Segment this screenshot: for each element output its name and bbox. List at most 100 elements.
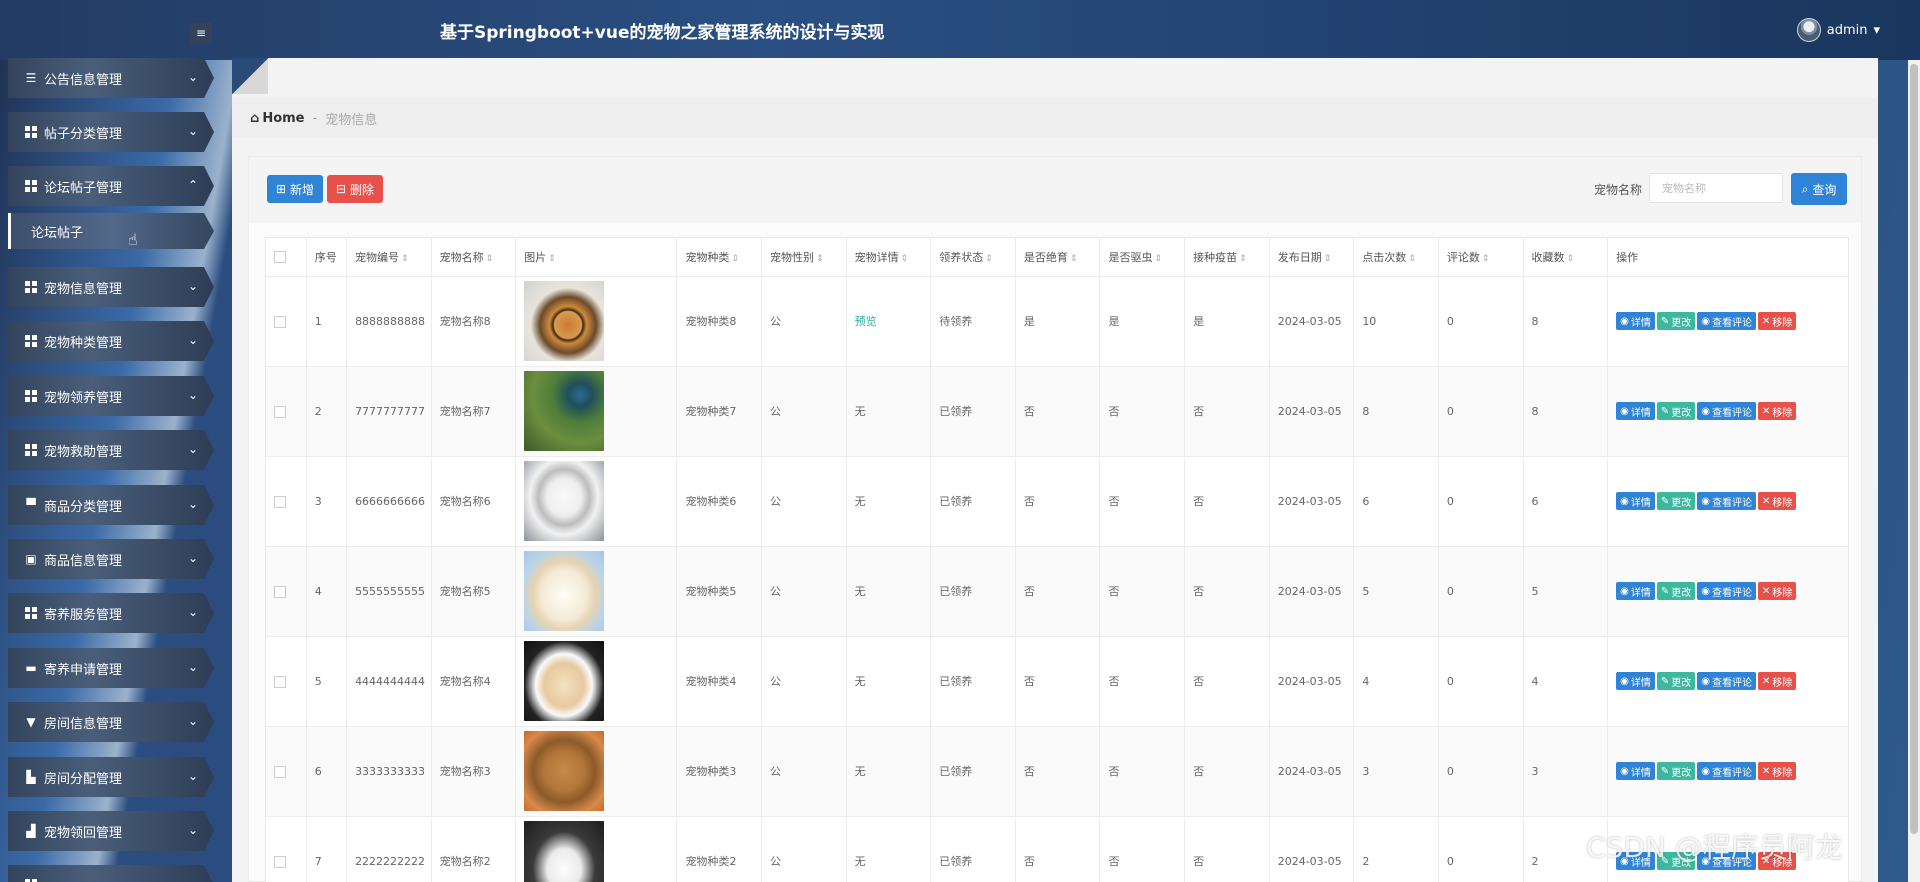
edit-button[interactable]: ✎ 更改 xyxy=(1656,312,1696,330)
sidebar-item-label: 宠物种类管理 xyxy=(44,335,123,351)
sidebar-item-goods-info[interactable]: ▣ 商品信息管理 ⌄ xyxy=(8,539,214,579)
sidebar-subitem-forum-post[interactable]: 论坛帖子 xyxy=(8,213,214,249)
vaccinated: 否 xyxy=(1184,366,1270,457)
edit-button[interactable]: ✎ 更改 xyxy=(1656,582,1696,600)
column-header[interactable]: 领养状态 ⇕ xyxy=(930,238,1016,277)
pet-detail: 无 xyxy=(846,636,932,727)
sidebar-item-forum-post[interactable]: 论坛帖子管理 ⌃ xyxy=(8,166,214,206)
view-comments-button[interactable]: ◉ 查看评论 xyxy=(1697,582,1756,600)
publish-date: 2024-03-05 xyxy=(1269,456,1355,547)
edit-button[interactable]: ✎ 更改 xyxy=(1656,762,1696,780)
edit-button[interactable]: ✎ 更改 xyxy=(1656,672,1696,690)
sidebar-item-room-info[interactable]: ▼ 房间信息管理 ⌄ xyxy=(8,702,214,742)
column-header[interactable]: 接种疫苗 ⇕ xyxy=(1184,238,1270,277)
sidebar-item-goods-category[interactable]: ▀ 商品分类管理 ⌄ xyxy=(8,485,214,525)
view-comments-button[interactable]: ◉ 查看评论 xyxy=(1697,672,1756,690)
edit-button[interactable]: ✎ 更改 xyxy=(1656,402,1696,420)
pet-photo[interactable] xyxy=(524,551,605,631)
menu-fold-icon[interactable]: ≡ xyxy=(190,22,212,44)
sidebar-item-pet-kind[interactable]: 宠物种类管理 ⌄ xyxy=(8,321,214,361)
column-header[interactable]: 宠物名称 ⇕ xyxy=(431,238,517,277)
pet-photo[interactable] xyxy=(524,461,605,541)
delete-button[interactable]: ⊟ 删除 xyxy=(327,175,383,203)
row-checkbox[interactable] xyxy=(274,405,286,418)
pet-detail[interactable]: 预览 xyxy=(846,276,932,367)
detail-button[interactable]: ◉ 详情 xyxy=(1616,582,1655,600)
pet-photo[interactable] xyxy=(524,731,605,811)
add-button[interactable]: ⊞ 新增 xyxy=(267,175,323,203)
edit-button[interactable]: ✎ 更改 xyxy=(1656,492,1696,510)
sidebar-item-notice[interactable]: ☰ 公告信息管理 ⌄ xyxy=(8,58,214,98)
detail-button[interactable]: ◉ 详情 xyxy=(1616,402,1655,420)
sidebar-item-label: 商品信息管理 xyxy=(44,553,123,569)
sidebar-item-boarding-service[interactable]: 寄养服务管理 ⌄ xyxy=(8,593,214,633)
row-checkbox[interactable] xyxy=(274,495,286,508)
view-comments-button[interactable]: ◉ 查看评论 xyxy=(1697,762,1756,780)
remove-button[interactable]: ✕ 移除 xyxy=(1758,582,1797,600)
sidebar-item-pet-return[interactable]: ▟ 宠物领回管理 ⌄ xyxy=(8,811,214,851)
sort-icon: ⇕ xyxy=(548,253,556,264)
column-header[interactable]: 宠物种类 ⇕ xyxy=(676,238,763,277)
remove-button[interactable]: ✕ 移除 xyxy=(1758,312,1797,330)
column-header[interactable]: 是否驱虫 ⇕ xyxy=(1099,238,1186,277)
pet-photo[interactable] xyxy=(524,371,605,451)
breadcrumb-home[interactable]: ⌂ Home xyxy=(250,111,305,126)
detail-button[interactable]: ◉ 详情 xyxy=(1616,762,1655,780)
detail-button[interactable]: ◉ 详情 xyxy=(1616,492,1655,510)
column-header[interactable]: 发布日期 ⇕ xyxy=(1269,238,1355,277)
table-row: 5 4444444444 宠物名称4 宠物种类4 公无已领养否否否 2024-03-05 4… xyxy=(266,636,1848,727)
sort-icon: ⇕ xyxy=(816,253,824,264)
view-comments-button[interactable]: ◉ 查看评论 xyxy=(1697,312,1756,330)
pet-name: 宠物名称6 xyxy=(431,456,517,547)
sidebar-item-boarding-apply[interactable]: ▬ 寄养申请管理 ⌄ xyxy=(8,648,214,688)
column-header[interactable]: 宠物详情 ⇕ xyxy=(846,238,932,277)
user-menu[interactable]: admin ▾ xyxy=(1796,18,1880,42)
column-header[interactable]: 是否绝育 ⇕ xyxy=(1015,238,1101,277)
detail-button[interactable]: ◉ 详情 xyxy=(1616,672,1655,690)
sidebar-item-truncated[interactable] xyxy=(8,865,214,882)
column-header[interactable]: 宠物编号 ⇕ xyxy=(346,238,432,277)
vaccinated: 否 xyxy=(1184,456,1270,547)
row-checkbox[interactable] xyxy=(274,765,286,778)
row-checkbox[interactable] xyxy=(274,855,286,868)
publish-date: 2024-03-05 xyxy=(1269,816,1355,882)
detail-button[interactable]: ◉ 详情 xyxy=(1616,312,1655,330)
scrollbar[interactable] xyxy=(1908,60,1920,882)
search-button[interactable]: ⌕ 查询 xyxy=(1791,173,1847,205)
remove-button[interactable]: ✕ 移除 xyxy=(1758,672,1797,690)
row-index: 1 xyxy=(306,276,348,367)
chevron-down-icon: ⌄ xyxy=(187,497,198,511)
row-checkbox[interactable] xyxy=(274,315,286,328)
sidebar-item-pet-rescue[interactable]: 宠物救助管理 ⌄ xyxy=(8,430,214,470)
grid-icon xyxy=(24,280,38,294)
row-checkbox[interactable] xyxy=(274,675,286,688)
column-header[interactable]: 点击次数 ⇕ xyxy=(1353,238,1439,277)
sidebar-item-label: 帖子分类管理 xyxy=(44,126,123,142)
view-comments-button[interactable]: ◉ 查看评论 xyxy=(1697,492,1756,510)
column-header[interactable]: 评论数 ⇕ xyxy=(1438,238,1524,277)
column-header[interactable]: 收藏数 ⇕ xyxy=(1523,238,1609,277)
pet-photo[interactable] xyxy=(524,281,605,361)
vaccinated: 否 xyxy=(1184,816,1270,882)
publish-date: 2024-03-05 xyxy=(1269,366,1355,457)
caret-down-icon: ▾ xyxy=(1873,22,1880,38)
sidebar-item-label: 宠物信息管理 xyxy=(44,281,123,297)
sidebar-item-pet-info[interactable]: 宠物信息管理 ⌄ xyxy=(8,267,214,307)
view-comments-button[interactable]: ◉ 查看评论 xyxy=(1697,402,1756,420)
pet-photo[interactable] xyxy=(524,641,605,721)
select-all-checkbox[interactable] xyxy=(274,251,286,264)
row-checkbox[interactable] xyxy=(274,585,286,598)
pet-name: 宠物名称3 xyxy=(431,726,517,817)
sidebar-item-post-category[interactable]: 帖子分类管理 ⌄ xyxy=(8,112,214,152)
sidebar-item-room-assign[interactable]: ▙ 房间分配管理 ⌄ xyxy=(8,757,214,797)
scrollbar-thumb[interactable] xyxy=(1910,64,1918,834)
sidebar-item-pet-adopt[interactable]: 宠物领养管理 ⌄ xyxy=(8,376,214,416)
search-input[interactable]: 宠物名称 xyxy=(1649,173,1783,203)
dewormed: 否 xyxy=(1099,546,1186,637)
column-header[interactable]: 图片 ⇕ xyxy=(515,238,678,277)
column-header[interactable]: 宠物性别 ⇕ xyxy=(761,238,847,277)
remove-button[interactable]: ✕ 移除 xyxy=(1758,402,1797,420)
remove-button[interactable]: ✕ 移除 xyxy=(1758,492,1797,510)
remove-button[interactable]: ✕ 移除 xyxy=(1758,762,1797,780)
pet-photo[interactable] xyxy=(524,821,605,882)
